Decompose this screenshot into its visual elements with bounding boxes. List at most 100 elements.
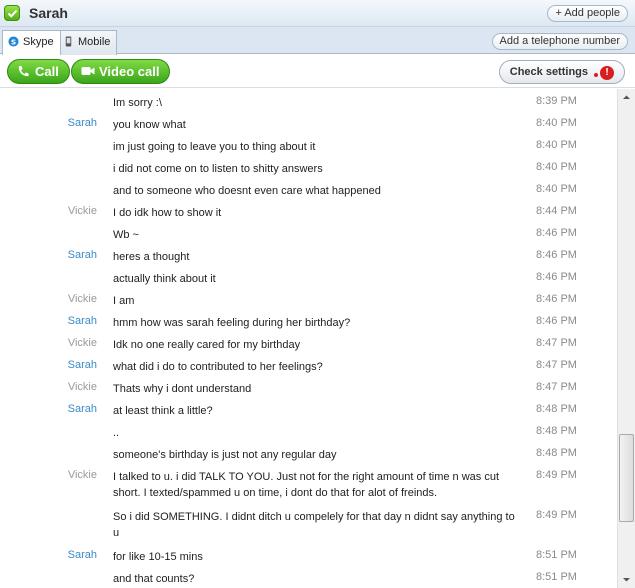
message-text: and that counts? — [113, 573, 195, 585]
message-text: Thats why i dont understand — [113, 383, 252, 395]
message-row: Sarah what did i do to contributed to her… — [0, 359, 617, 381]
message-text: and to someone who doesnt even care what… — [113, 185, 381, 197]
message-sender: Vickie — [67, 469, 97, 481]
message-row: Sarah heres a thought 8:46 PM — [0, 249, 617, 271]
scroll-up-arrow-icon[interactable] — [618, 89, 635, 106]
message-sender: Sarah — [67, 549, 97, 561]
message-row: Vickie Idk no one really cared for my bir… — [0, 337, 617, 359]
message-time: 8:40 PM — [536, 161, 577, 173]
message-sender: Sarah — [67, 315, 97, 327]
message-text: Im sorry :\ — [113, 97, 162, 109]
message-sender: Sarah — [67, 249, 97, 261]
tab-skype-label: Skype — [23, 36, 54, 48]
video-call-label: Video call — [99, 64, 160, 79]
message-sender: Vickie — [67, 337, 97, 349]
mobile-phone-icon — [65, 36, 72, 47]
add-people-button[interactable]: + Add people — [547, 5, 628, 22]
scroll-thumb[interactable] — [619, 434, 634, 522]
message-row: Vickie Thats why i dont understand 8:47 PM — [0, 381, 617, 403]
message-text: Idk no one really cared for my birthday — [113, 339, 301, 351]
skype-icon: S — [8, 36, 19, 47]
message-text: .. — [113, 427, 120, 439]
message-row: actually think about it 8:46 PM — [0, 271, 617, 293]
message-text: So i did SOMETHING. I didnt ditch u comp… — [113, 511, 515, 539]
video-call-button[interactable]: Video call — [71, 59, 171, 84]
message-time: 8:40 PM — [536, 117, 577, 129]
check-settings-button[interactable]: Check settings ! — [498, 60, 625, 84]
message-text: for like 10-15 mins — [113, 551, 203, 563]
message-time: 8:46 PM — [536, 293, 577, 305]
message-time: 8:49 PM — [536, 509, 577, 521]
call-button[interactable]: Call — [7, 59, 70, 84]
title-bar: Sarah + Add people — [0, 0, 635, 27]
message-time: 8:39 PM — [536, 95, 577, 107]
phone-icon — [18, 66, 29, 77]
message-text: im just going to leave you to thing abou… — [113, 141, 316, 153]
message-time: 8:40 PM — [536, 183, 577, 195]
message-text: I talked to u. i did TALK TO YOU. Just n… — [113, 471, 500, 499]
message-time: 8:44 PM — [536, 205, 577, 217]
message-row: .. 8:48 PM — [0, 425, 617, 447]
message-text: Wb ~ — [113, 229, 139, 241]
call-label: Call — [35, 64, 59, 79]
message-row: someone's birthday is just not any regul… — [0, 447, 617, 469]
message-row: Vickie I do idk how to show it 8:44 PM — [0, 205, 617, 227]
message-row: So i did SOMETHING. I didnt ditch u comp… — [0, 509, 617, 549]
alert-dot-icon — [594, 73, 598, 77]
warning-icon: ! — [600, 66, 614, 80]
chat-scrollbar[interactable] — [617, 89, 635, 588]
message-time: 8:47 PM — [536, 337, 577, 349]
message-text: what did i do to contributed to her feel… — [113, 361, 323, 373]
svg-text:S: S — [11, 37, 16, 46]
message-row: im just going to leave you to thing abou… — [0, 139, 617, 161]
message-time: 8:51 PM — [536, 549, 577, 561]
message-row: Im sorry :\ 8:39 PM — [0, 95, 617, 117]
message-sender: Sarah — [67, 403, 97, 415]
message-text: hmm how was sarah feeling during her bir… — [113, 317, 351, 329]
message-sender: Sarah — [67, 117, 97, 129]
message-sender: Sarah — [67, 359, 97, 371]
message-row: Vickie I am 8:46 PM — [0, 293, 617, 315]
add-telephone-number-button[interactable]: Add a telephone number — [491, 33, 628, 50]
message-row: Sarah at least think a little? 8:48 PM — [0, 403, 617, 425]
message-text: you know what — [113, 119, 186, 131]
message-text: someone's birthday is just not any regul… — [113, 449, 337, 461]
chat-history[interactable]: Im sorry :\ 8:39 PM Sarah you know what 8:40… — [0, 89, 617, 588]
message-row: i did not come on to listen to shitty an… — [0, 161, 617, 183]
message-time: 8:51 PM — [536, 571, 577, 583]
tab-skype[interactable]: S Skype — [2, 30, 61, 55]
message-row: Sarah you know what 8:40 PM — [0, 117, 617, 139]
message-time: 8:40 PM — [536, 139, 577, 151]
message-row: Wb ~ 8:46 PM — [0, 227, 617, 249]
action-bar: Call Video call Check settings ! — [0, 55, 635, 88]
message-sender: Vickie — [67, 205, 97, 217]
check-settings-label: Check settings — [509, 66, 588, 78]
message-time: 8:47 PM — [536, 359, 577, 371]
message-time: 8:48 PM — [536, 403, 577, 415]
message-row: and that counts? 8:51 PM — [0, 571, 617, 588]
message-time: 8:46 PM — [536, 227, 577, 239]
video-camera-icon — [81, 67, 95, 75]
message-text: I am — [113, 295, 135, 307]
tab-mobile[interactable]: Mobile — [57, 30, 118, 55]
message-time: 8:47 PM — [536, 381, 577, 393]
message-time: 8:46 PM — [536, 271, 577, 283]
message-time: 8:48 PM — [536, 425, 577, 437]
tab-mobile-label: Mobile — [78, 36, 111, 48]
tab-bar: S Skype Mobile Add a telephone number — [0, 27, 635, 55]
message-sender: Vickie — [67, 381, 97, 393]
message-text: i did not come on to listen to shitty an… — [113, 163, 323, 175]
message-time: 8:49 PM — [536, 469, 577, 481]
scroll-down-arrow-icon[interactable] — [618, 571, 635, 588]
skype-status-icon — [4, 5, 20, 21]
message-text: heres a thought — [113, 251, 190, 263]
message-time: 8:48 PM — [536, 447, 577, 459]
contact-name: Sarah — [29, 5, 68, 21]
message-text: at least think a little? — [113, 405, 213, 417]
message-row: Sarah hmm how was sarah feeling during he… — [0, 315, 617, 337]
message-sender: Vickie — [67, 293, 97, 305]
message-row: Sarah for like 10-15 mins 8:51 PM — [0, 549, 617, 571]
message-time: 8:46 PM — [536, 315, 577, 327]
message-row: Vickie I talked to u. i did TALK TO YOU. … — [0, 469, 617, 509]
message-time: 8:46 PM — [536, 249, 577, 261]
